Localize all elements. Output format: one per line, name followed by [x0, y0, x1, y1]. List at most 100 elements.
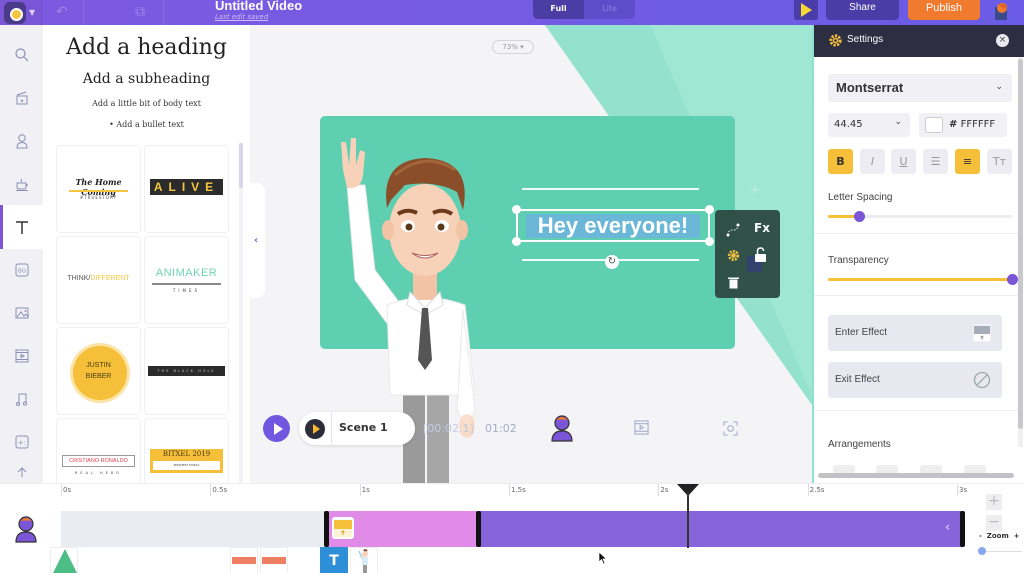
mode-full-button[interactable]: Full	[533, 0, 584, 19]
template-justin-bieber[interactable]: JUSTIN BIEBER	[56, 327, 141, 415]
underline-button[interactable]: U	[891, 149, 916, 174]
track-main-segment[interactable]: ‹	[479, 511, 963, 547]
rail-images[interactable]	[0, 291, 43, 335]
element-thumb-text[interactable]: T	[320, 547, 348, 573]
element-thumb-line[interactable]	[260, 547, 288, 573]
add-subheading-button[interactable]: Add a subheading	[43, 71, 250, 87]
resize-handle-br[interactable]	[705, 237, 714, 246]
selected-text[interactable]: Hey everyone!	[526, 214, 700, 238]
rail-search[interactable]	[0, 33, 43, 77]
fx-button[interactable]: Fx	[754, 221, 770, 235]
enter-effect-icon[interactable]	[332, 517, 354, 539]
resize-handle-tr[interactable]	[705, 205, 714, 214]
template-the-black-hole[interactable]: THE BLACK HOLE	[144, 327, 229, 415]
duplicate-icon[interactable]: ⧉	[135, 4, 145, 20]
user-avatar[interactable]	[992, 1, 1012, 21]
italic-button[interactable]: I	[860, 149, 885, 174]
template-title: THINK/DIFFERENT	[67, 275, 130, 282]
resize-handle-bl[interactable]	[512, 237, 521, 246]
track-idle-segment[interactable]	[61, 511, 326, 547]
preview-play-button[interactable]	[794, 0, 818, 20]
settings-horizontal-scrollbar[interactable]	[818, 473, 1014, 478]
element-thumb-character[interactable]	[350, 547, 378, 573]
settings-gear-icon[interactable]	[726, 248, 741, 263]
undo-icon[interactable]: ↶	[56, 4, 68, 20]
text-case-button[interactable]: Tт	[987, 149, 1012, 174]
motion-path-icon[interactable]	[726, 223, 740, 237]
rail-upload[interactable]	[0, 460, 43, 482]
enter-effect-button[interactable]: Enter Effect	[828, 315, 1002, 351]
element-thumb-line[interactable]	[230, 547, 258, 573]
left-rail: ★ BG +:	[0, 25, 43, 483]
publish-button[interactable]: Publish	[908, 0, 980, 20]
scene-play-button[interactable]	[305, 419, 325, 439]
trim-handle-start[interactable]	[324, 511, 329, 547]
list-button[interactable]: ☰	[923, 149, 948, 174]
slider-knob[interactable]	[1007, 274, 1018, 285]
transparency-slider[interactable]	[828, 274, 1018, 285]
no-effect-icon	[973, 371, 991, 389]
selected-text-box[interactable]: Hey everyone!	[516, 209, 710, 242]
camera-focus-icon[interactable]	[723, 421, 738, 436]
collapse-panel-button[interactable]: ‹	[247, 183, 265, 298]
scene-selector[interactable]: Scene 1	[299, 412, 415, 445]
project-title[interactable]: Untitled Video	[215, 0, 302, 13]
rail-music[interactable]	[0, 377, 43, 421]
settings-vertical-scrollbar[interactable]	[1018, 57, 1023, 447]
panel-scrollbar[interactable]	[239, 143, 243, 483]
color-swatch[interactable]	[925, 117, 943, 133]
template-think-different[interactable]: THINK/DIFFERENT	[56, 236, 141, 324]
element-thumb-triangle[interactable]	[50, 547, 78, 573]
add-body-text-button[interactable]: Add a little bit of body text	[43, 99, 250, 108]
track-enter-segment[interactable]	[326, 511, 479, 547]
share-button[interactable]: Share	[826, 0, 899, 20]
template-animaker-times[interactable]: ANIMAKER TIMES	[144, 236, 229, 324]
rail-background[interactable]: BG	[0, 248, 43, 292]
text-color-field[interactable]: # FFFFFF	[919, 113, 1007, 137]
total-time: 01:02	[485, 422, 517, 435]
character-timeline-icon[interactable]	[550, 414, 574, 442]
app-menu-button[interactable]: ▼	[0, 0, 43, 25]
color-hex[interactable]: # FFFFFF	[949, 119, 995, 130]
add-bullet-text-button[interactable]: • Add a bullet text	[43, 120, 250, 129]
mode-lite-button[interactable]: Lite	[584, 0, 635, 19]
zoom-out-button[interactable]: −	[986, 515, 1002, 531]
video-timeline-icon[interactable]	[634, 420, 649, 435]
align-center-button[interactable]: ≡	[955, 149, 980, 174]
zoom-in-button[interactable]: +	[986, 494, 1002, 510]
play-button[interactable]	[263, 415, 290, 442]
bold-button[interactable]: B	[828, 149, 853, 174]
template-the-home-coming[interactable]: The Home Coming #TRUESTORY	[56, 145, 141, 233]
timeline-zoom-knob[interactable]	[978, 547, 986, 555]
slider-knob[interactable]	[854, 211, 866, 222]
add-heading-button[interactable]: Add a heading	[43, 35, 250, 60]
canvas-zoom-dropdown[interactable]: 73% ▾	[492, 40, 534, 54]
timeline-zoom-slider[interactable]	[982, 551, 1022, 552]
rotate-handle[interactable]: ↻	[605, 255, 619, 269]
trim-handle-mid[interactable]	[476, 511, 481, 547]
exit-effect-button[interactable]: Exit Effect	[828, 362, 1002, 398]
template-alive[interactable]: ALIVE	[144, 145, 229, 233]
close-settings-button[interactable]: ×	[996, 34, 1009, 47]
rail-effects[interactable]: +:	[0, 420, 43, 464]
rail-text[interactable]	[0, 205, 43, 249]
mode-toggle: Full Lite	[533, 0, 635, 19]
font-family-dropdown[interactable]: Montserrat ⌄	[828, 74, 1012, 102]
letter-spacing-slider[interactable]	[828, 211, 1012, 222]
logo-icon	[4, 1, 26, 24]
font-size-dropdown[interactable]: 44.45 ⌄	[828, 113, 910, 137]
trim-handle-end[interactable]	[960, 511, 965, 547]
rail-props[interactable]	[0, 162, 43, 206]
line-shape-icon	[262, 557, 286, 564]
resize-handle-tl[interactable]	[512, 205, 521, 214]
unlock-icon[interactable]	[754, 247, 767, 262]
scene-label: Scene 1	[339, 421, 388, 434]
close-icon: ×	[998, 35, 1007, 45]
rail-characters[interactable]	[0, 119, 43, 163]
delete-icon[interactable]	[728, 276, 739, 289]
rail-scenes[interactable]: ★	[0, 76, 43, 120]
current-time: [00:02.1]	[423, 422, 474, 435]
rail-videos[interactable]	[0, 334, 43, 378]
playhead-line[interactable]	[687, 492, 690, 548]
template-subtitle: TIMES	[172, 288, 201, 293]
